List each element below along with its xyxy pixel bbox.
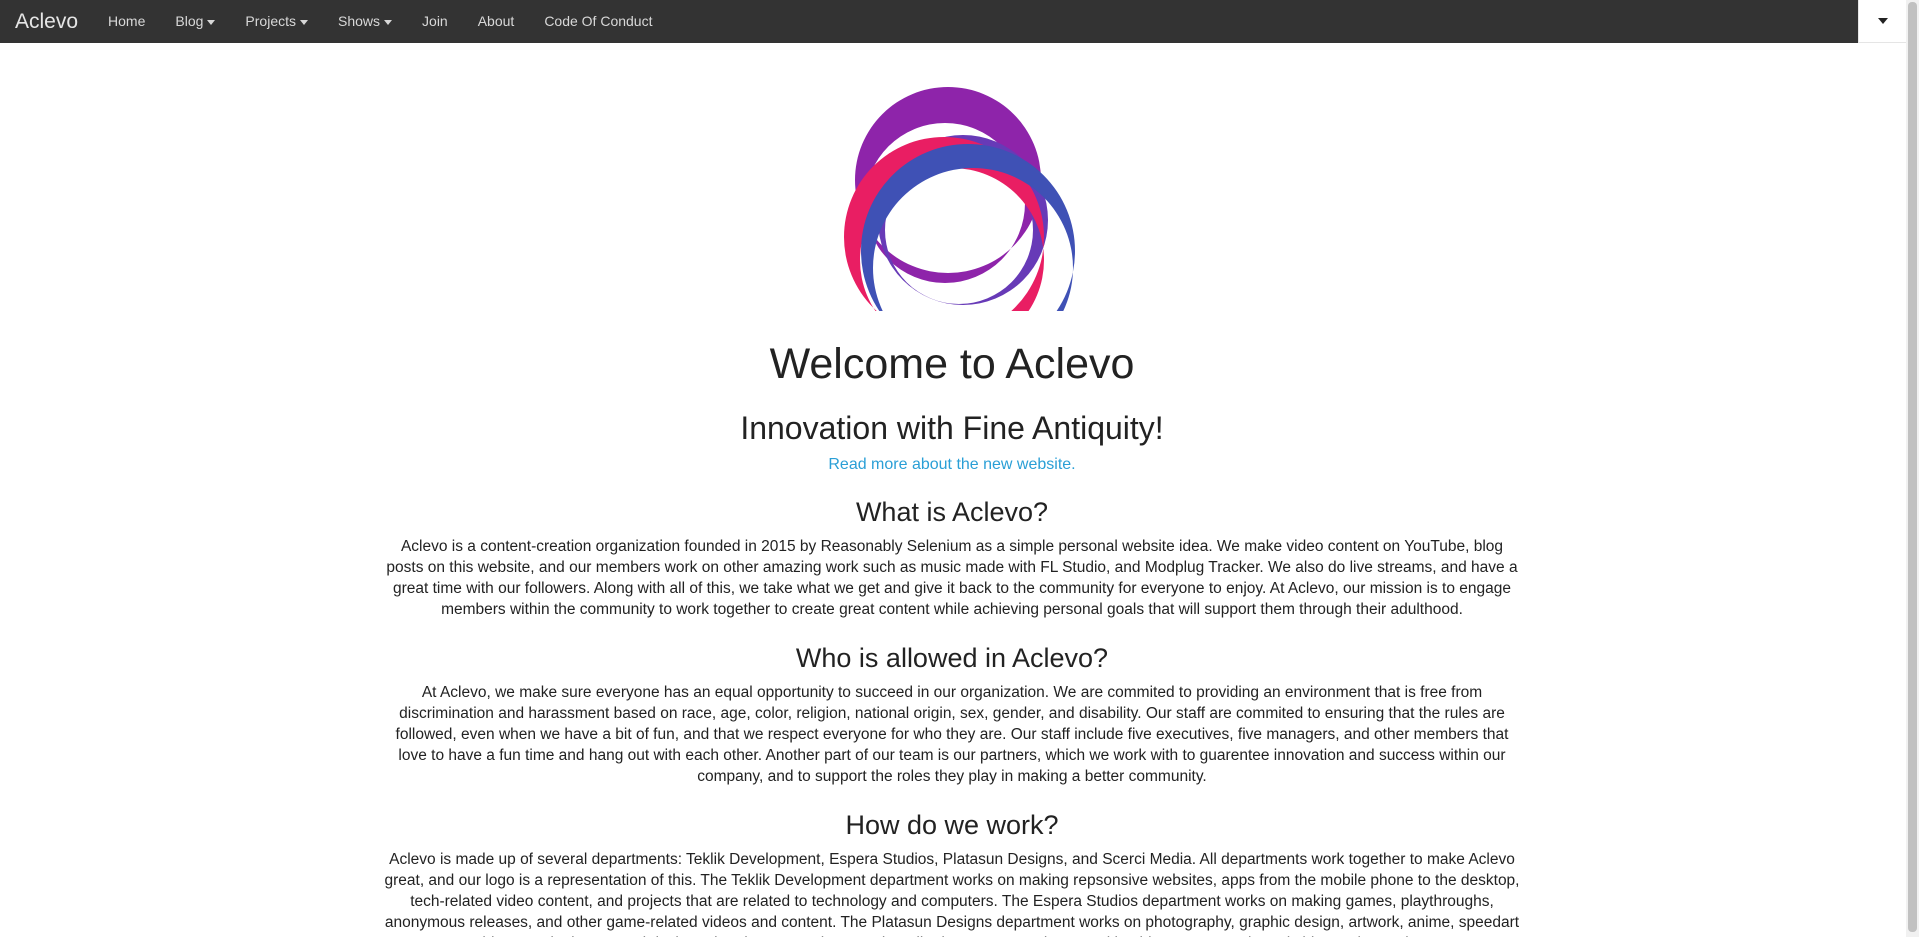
caret-icon (207, 19, 216, 25)
nav-item-home[interactable]: Home (93, 0, 160, 43)
section-body-how: Aclevo is made up of several departments… (384, 851, 1520, 937)
nav-items: Home Blog Projects Shows Join About Code… (93, 0, 667, 43)
read-more-link[interactable]: Read more about the new website. (828, 456, 1075, 474)
nav-item-label: Projects (245, 13, 296, 29)
caret-icon (300, 19, 308, 25)
tagline: Innovation with Fine Antiquity! (740, 410, 1164, 446)
nav-item-about[interactable]: About (463, 0, 530, 43)
nav-item-blog[interactable]: Blog (160, 0, 230, 43)
page: Aclevo Home Blog Projects Shows Join Abo… (0, 0, 1919, 937)
nav-item-label: Join (422, 13, 448, 29)
nav-item-label: Shows (338, 13, 381, 29)
nav-item-label: About (477, 13, 515, 29)
nav-item-label: Code Of Conduct (544, 13, 653, 29)
section-body-who: At Aclevo, we make sure everyone has an … (395, 684, 1509, 785)
section-body-what: Aclevo is a content-creation organizatio… (386, 538, 1518, 618)
aclevo-logo-icon (844, 87, 1075, 311)
section-heading-how: How do we work? (845, 810, 1059, 840)
caret-icon (384, 19, 393, 25)
nav-item-shows[interactable]: Shows (323, 0, 407, 43)
nav-item-label: Home (108, 13, 146, 29)
caret-down-icon (1878, 18, 1888, 24)
page-title: Welcome to Aclevo (769, 340, 1135, 388)
nav-item-label: Blog (175, 13, 204, 29)
nav-item-join[interactable]: Join (407, 0, 463, 43)
nav-item-code-of-conduct[interactable]: Code Of Conduct (529, 0, 667, 43)
nav-item-projects[interactable]: Projects (230, 0, 323, 43)
scrollbar[interactable] (1906, 0, 1919, 937)
brand-link[interactable]: Aclevo (0, 0, 93, 43)
scrollbar-thumb[interactable] (1908, 2, 1917, 932)
section-heading-what: What is Aclevo? (855, 497, 1049, 527)
section-heading-who: Who is allowed in Aclevo? (795, 643, 1109, 673)
nav-toggle-button[interactable] (1858, 0, 1907, 43)
navbar: Aclevo Home Blog Projects Shows Join Abo… (0, 0, 1858, 43)
main-content: Welcome to Aclevo Innovation with Fine A… (384, 43, 1520, 937)
